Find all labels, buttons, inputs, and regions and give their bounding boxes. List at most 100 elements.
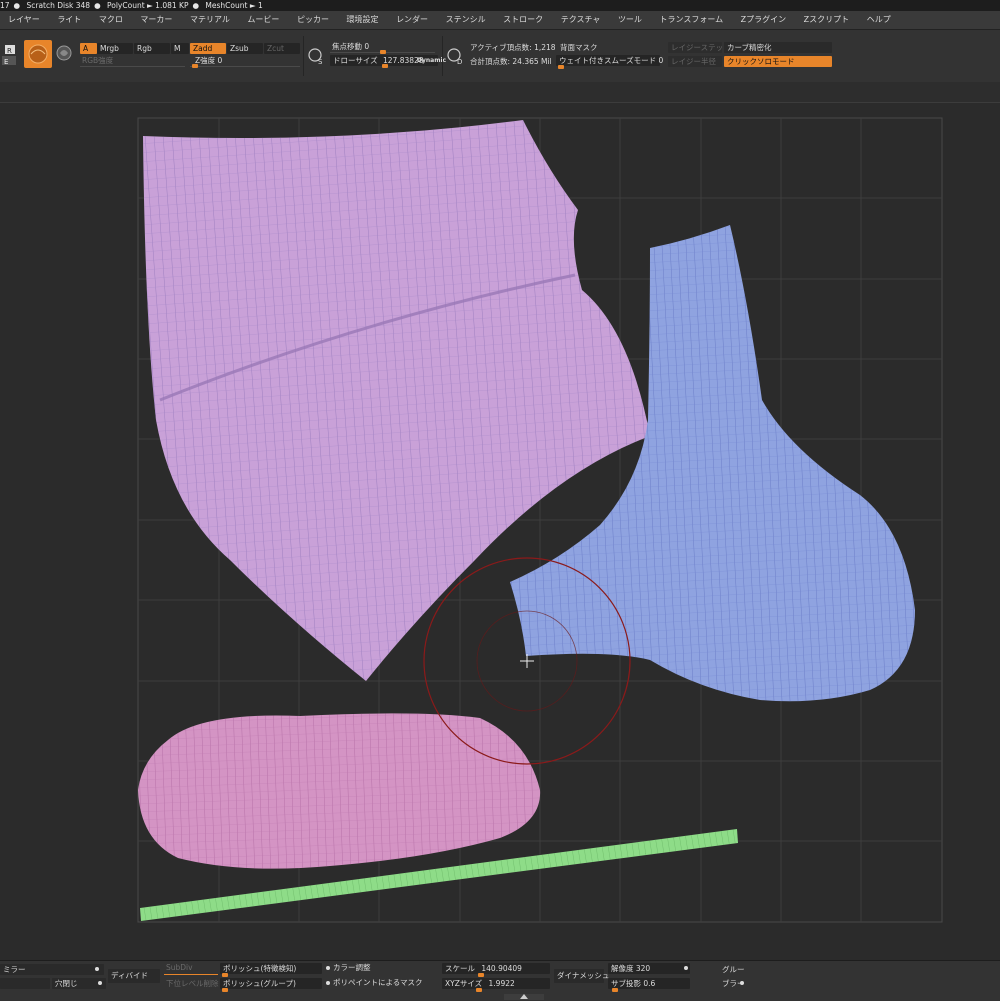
scale-knob[interactable] — [478, 973, 484, 977]
weighted-smooth-knob[interactable] — [558, 65, 564, 69]
status-polycount: PolyCount ► 1.081 KP — [107, 1, 189, 10]
menu-bar: レイヤー ライト マクロ マーカー マテリアル ムービー ピッカー 環境設定 レ… — [0, 11, 1000, 30]
rgb-intensity-track — [80, 66, 185, 67]
mirror-label: ミラー — [3, 965, 26, 974]
m-button[interactable]: M — [171, 43, 189, 54]
resolution-slider[interactable]: 解像度 320 — [608, 963, 690, 974]
menu-marker[interactable]: マーカー — [132, 11, 179, 29]
a-toggle-button[interactable]: A — [80, 43, 97, 54]
scale-value: 140.90409 — [481, 964, 522, 973]
menu-macro[interactable]: マクロ — [91, 11, 130, 29]
status-meshcount: MeshCount ► 1 — [205, 1, 263, 10]
active-points-readout: アクティブ頂点数: 1,218 — [470, 43, 556, 52]
status-dot-icon: ● — [13, 1, 21, 10]
svg-text:S: S — [318, 58, 323, 66]
menu-transform[interactable]: トランスフォーム — [651, 11, 730, 29]
lazy-radius-slider[interactable]: レイジー半径 — [668, 56, 722, 67]
menu-movie[interactable]: ムービー — [239, 11, 286, 29]
xyz-size-slider[interactable]: XYZサイズ 1.9922 — [442, 978, 550, 989]
status-memory: 17 — [0, 1, 10, 10]
edit-mode-icon[interactable]: R E — [2, 44, 18, 66]
subdiv-slider[interactable]: SubDiv — [166, 962, 193, 973]
draw-mode-icon[interactable]: D — [446, 44, 464, 66]
document-canvas[interactable] — [0, 103, 1000, 960]
polish-features-slider[interactable]: ポリッシュ(特徴検知) — [220, 963, 322, 974]
color-adjust-indicator-icon — [326, 966, 330, 970]
curve-refine-button[interactable]: カーブ精密化 — [724, 42, 832, 53]
z-intensity-knob[interactable] — [192, 64, 198, 68]
xyz-size-knob[interactable] — [476, 988, 482, 992]
click-solo-button[interactable]: クリックソロモード — [724, 56, 832, 67]
divider — [442, 36, 443, 76]
brush-icon[interactable] — [24, 40, 52, 68]
z-intensity-slider[interactable]: Z強度 0 — [195, 55, 222, 66]
menu-layer[interactable]: レイヤー — [0, 11, 47, 29]
divide-button[interactable]: ディバイド — [108, 969, 160, 983]
menu-material[interactable]: マテリアル — [182, 11, 237, 29]
menu-stroke[interactable]: ストローク — [495, 11, 550, 29]
top-shelf: R E A Mrgb Rgb M Zadd Zsub Zcut RGB強度 Z強… — [0, 30, 1000, 82]
polypaint-mask-indicator-icon — [326, 981, 330, 985]
backface-mask-toggle[interactable]: 背面マスク — [560, 42, 598, 53]
rgb-intensity-slider[interactable]: RGB強度 — [82, 55, 113, 66]
uv-island-pink[interactable] — [138, 713, 541, 869]
menu-stencil[interactable]: ステンシル — [438, 11, 493, 29]
subdiv-track — [164, 974, 218, 975]
weighted-smooth-slider[interactable]: ウェイト付きスムーズモード 0 — [556, 55, 663, 66]
color-adjust-button[interactable]: カラー調整 — [333, 962, 371, 973]
focal-shift-slider[interactable]: 焦点移動 0 — [332, 41, 369, 52]
menu-render[interactable]: レンダー — [388, 11, 435, 29]
total-points-readout: 合計頂点数: 24.365 Mil — [470, 57, 552, 66]
rgb-button[interactable]: Rgb — [134, 43, 170, 54]
status-dot-icon: ● — [192, 1, 200, 10]
groups-button[interactable]: グルー — [722, 964, 745, 975]
scale-slider[interactable]: スケール 140.90409 — [442, 963, 550, 974]
menu-texture[interactable]: テクスチャ — [553, 11, 608, 29]
close-holes-indicator-icon — [98, 981, 102, 985]
sub-projection-knob[interactable] — [612, 988, 618, 992]
status-scratch-disk: Scratch Disk 348 — [26, 1, 91, 10]
menu-picker[interactable]: ピッカー — [289, 11, 336, 29]
scale-label: スケール — [445, 964, 475, 973]
polish-features-knob[interactable] — [222, 973, 228, 977]
xyz-size-label: XYZサイズ — [445, 979, 483, 988]
xyz-size-value: 1.9922 — [488, 979, 515, 988]
zadd-button[interactable]: Zadd — [190, 43, 226, 54]
svg-text:R: R — [7, 47, 12, 55]
svg-text:E: E — [4, 58, 8, 66]
bottom-shelf: ミラー 穴閉じ ディバイド SubDiv 下位レベル削除 ポリッシュ(特徴検知)… — [0, 960, 1000, 1001]
status-dot-icon: ● — [94, 1, 101, 10]
shelf-spacer — [0, 82, 1000, 103]
zsub-button[interactable]: Zsub — [227, 43, 263, 54]
resolution-indicator-icon — [684, 966, 688, 970]
menu-zplugin[interactable]: Zプラグイン — [733, 11, 793, 29]
mirror-indicator-icon — [95, 967, 99, 971]
delete-lower-button[interactable]: 下位レベル削除 — [166, 978, 219, 989]
weld-slot[interactable] — [0, 978, 50, 989]
zcut-button[interactable]: Zcut — [264, 43, 300, 54]
menu-light[interactable]: ライト — [49, 11, 88, 29]
blur-indicator-icon — [740, 981, 744, 985]
dynamesh-button[interactable]: ダイナメッシュ — [554, 969, 609, 983]
polish-groups-slider[interactable]: ポリッシュ(グループ) — [220, 978, 322, 989]
status-bar: 17 ● Scratch Disk 348 ● PolyCount ► 1.081 … — [0, 0, 1000, 11]
lazy-step-slider[interactable]: レイジーステッ — [668, 42, 723, 53]
polish-groups-knob[interactable] — [222, 988, 228, 992]
svg-text:D: D — [457, 58, 462, 66]
draw-size-knob[interactable] — [382, 64, 388, 68]
menu-help[interactable]: ヘルプ — [859, 11, 898, 29]
close-holes-label: 穴閉じ — [55, 979, 78, 988]
focal-shift-knob[interactable] — [380, 50, 386, 54]
focal-shift-icon[interactable]: S — [307, 44, 325, 66]
polypaint-mask-button[interactable]: ポリペイントによるマスク — [333, 977, 422, 988]
z-intensity-track — [190, 66, 300, 67]
menu-preferences[interactable]: 環境設定 — [339, 11, 386, 29]
menu-tool[interactable]: ツール — [610, 11, 649, 29]
material-sphere-icon[interactable] — [56, 45, 72, 61]
mrgb-button[interactable]: Mrgb — [97, 43, 133, 54]
divider — [303, 36, 304, 76]
uv-viewport[interactable] — [0, 103, 1000, 960]
sub-projection-slider[interactable]: サブ投影 0.6 — [608, 978, 690, 989]
menu-zscript[interactable]: Zスクリプト — [796, 11, 856, 29]
mirror-button[interactable]: ミラー — [0, 964, 104, 975]
